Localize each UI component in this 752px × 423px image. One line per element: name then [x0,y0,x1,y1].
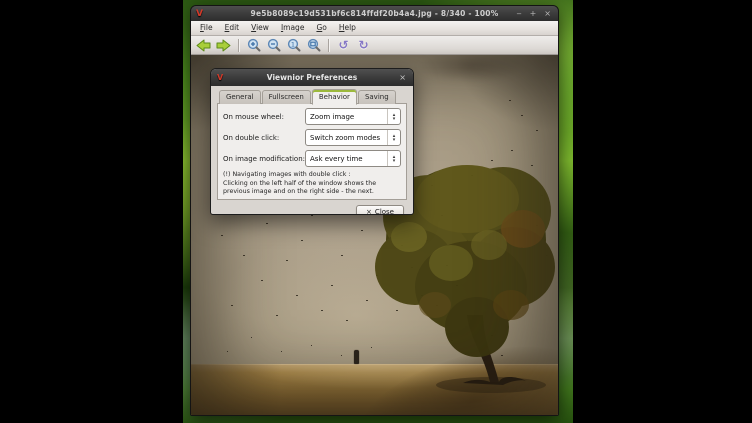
zoom-out-icon [267,38,281,52]
bird [276,315,278,316]
bird [341,355,342,356]
zoom-out-button[interactable] [265,37,282,54]
menu-go[interactable]: Go [310,21,332,35]
previous-image-button[interactable] [195,37,212,54]
bird [511,150,513,151]
rotate-left-button[interactable]: ↺ [335,37,352,54]
pref-row-image-modification: On image modification: Ask every time ▴▾ [223,150,401,167]
mouse-wheel-value: Zoom image [306,113,387,121]
bird [221,235,223,236]
combo-arrows-icon: ▴▾ [387,151,400,166]
bird [243,255,245,256]
svg-text:1: 1 [290,40,294,48]
person-silhouette [354,350,359,364]
image-modification-value: Ask every time [306,155,387,163]
sky-smudge [416,55,526,83]
close-x-icon: × [366,208,372,215]
tab-behavior[interactable]: Behavior [312,89,357,105]
bird [536,130,538,131]
bird [261,280,263,281]
menu-view[interactable]: View [245,21,275,35]
note-line: previous image and on the right side - t… [223,188,401,197]
dialog-close-button[interactable]: × [399,69,406,86]
bird [331,285,333,286]
note-line: Clicking on the left half of the window … [223,180,401,189]
bird [301,240,303,241]
tab-bar: General Fullscreen Behavior Saving [217,89,407,104]
zoom-normal-button[interactable]: 1 [285,37,302,54]
bird [266,223,268,224]
mouse-wheel-select[interactable]: Zoom image ▴▾ [305,108,401,125]
previous-image-icon [196,39,211,52]
image-modification-select[interactable]: Ask every time ▴▾ [305,150,401,167]
pref-row-double-click: On double click: Switch zoom modes ▴▾ [223,129,401,146]
rotate-right-icon: ↻ [358,40,368,50]
bird [311,345,312,346]
zoom-fit-icon [307,38,321,52]
bird [311,215,313,216]
next-image-button[interactable] [215,37,232,54]
next-image-icon [216,39,231,52]
image-modification-label: On image modification: [223,155,305,163]
screen: V 9e5b8089c19d531bf6c814ffdf20b4a4.jpg -… [0,0,752,423]
bird [296,295,298,296]
dialog-actions: × Close [217,200,407,215]
menu-help[interactable]: Help [333,21,362,35]
maximize-button[interactable]: + [530,6,537,21]
combo-arrows-icon: ▴▾ [387,109,400,124]
bird [281,351,282,352]
bird [361,230,363,231]
zoom-in-button[interactable] [245,37,262,54]
double-click-value: Switch zoom modes [306,134,387,142]
menu-image[interactable]: Image [275,21,311,35]
window-controls: ‒ + × [517,6,552,21]
close-dialog-button[interactable]: × Close [356,205,404,215]
bird [509,100,511,101]
close-button[interactable]: × [544,6,551,21]
rotate-right-button[interactable]: ↻ [355,37,372,54]
bird [321,310,323,311]
menubar: File Edit View Image Go Help [191,21,558,36]
close-button-label: Close [375,208,394,215]
bird [251,337,252,338]
zoom-normal-icon: 1 [287,38,301,52]
toolbar-separator [238,39,239,52]
double-click-select[interactable]: Switch zoom modes ▴▾ [305,129,401,146]
tab-saving[interactable]: Saving [358,90,396,104]
tab-general[interactable]: General [219,90,261,104]
minimize-button[interactable]: ‒ [517,6,522,21]
behavior-tab-panel: On mouse wheel: Zoom image ▴▾ On double … [217,103,407,200]
window-titlebar[interactable]: V 9e5b8089c19d531bf6c814ffdf20b4a4.jpg -… [191,6,558,21]
mouse-wheel-label: On mouse wheel: [223,113,284,121]
bird [346,320,348,321]
note-line: (!) Navigating images with double click … [223,171,401,180]
combo-arrows-icon: ▴▾ [387,130,400,145]
bird [521,115,523,116]
menu-edit[interactable]: Edit [219,21,246,35]
bird [286,260,288,261]
bird [227,351,228,352]
bird [366,300,368,301]
rotate-left-icon: ↺ [338,40,348,50]
menu-file[interactable]: File [194,21,219,35]
double-click-note: (!) Navigating images with double click … [223,171,401,197]
preferences-dialog: V Viewnior Preferences × General Fullscr… [210,68,414,215]
pref-row-mouse-wheel: On mouse wheel: Zoom image ▴▾ [223,108,401,125]
bird [341,255,343,256]
zoom-fit-button[interactable] [305,37,322,54]
dialog-title: Viewnior Preferences [211,73,413,82]
toolbar-separator [328,39,329,52]
window-title: 9e5b8089c19d531bf6c814ffdf20b4a4.jpg - 8… [191,9,558,18]
bird [231,305,233,306]
double-click-label: On double click: [223,134,279,142]
dialog-body: General Fullscreen Behavior Saving On mo… [211,86,413,215]
tab-fullscreen[interactable]: Fullscreen [262,90,311,104]
dialog-titlebar[interactable]: V Viewnior Preferences × [211,69,413,86]
zoom-in-icon [247,38,261,52]
toolbar: 1 ↺ ↻ [191,36,558,55]
